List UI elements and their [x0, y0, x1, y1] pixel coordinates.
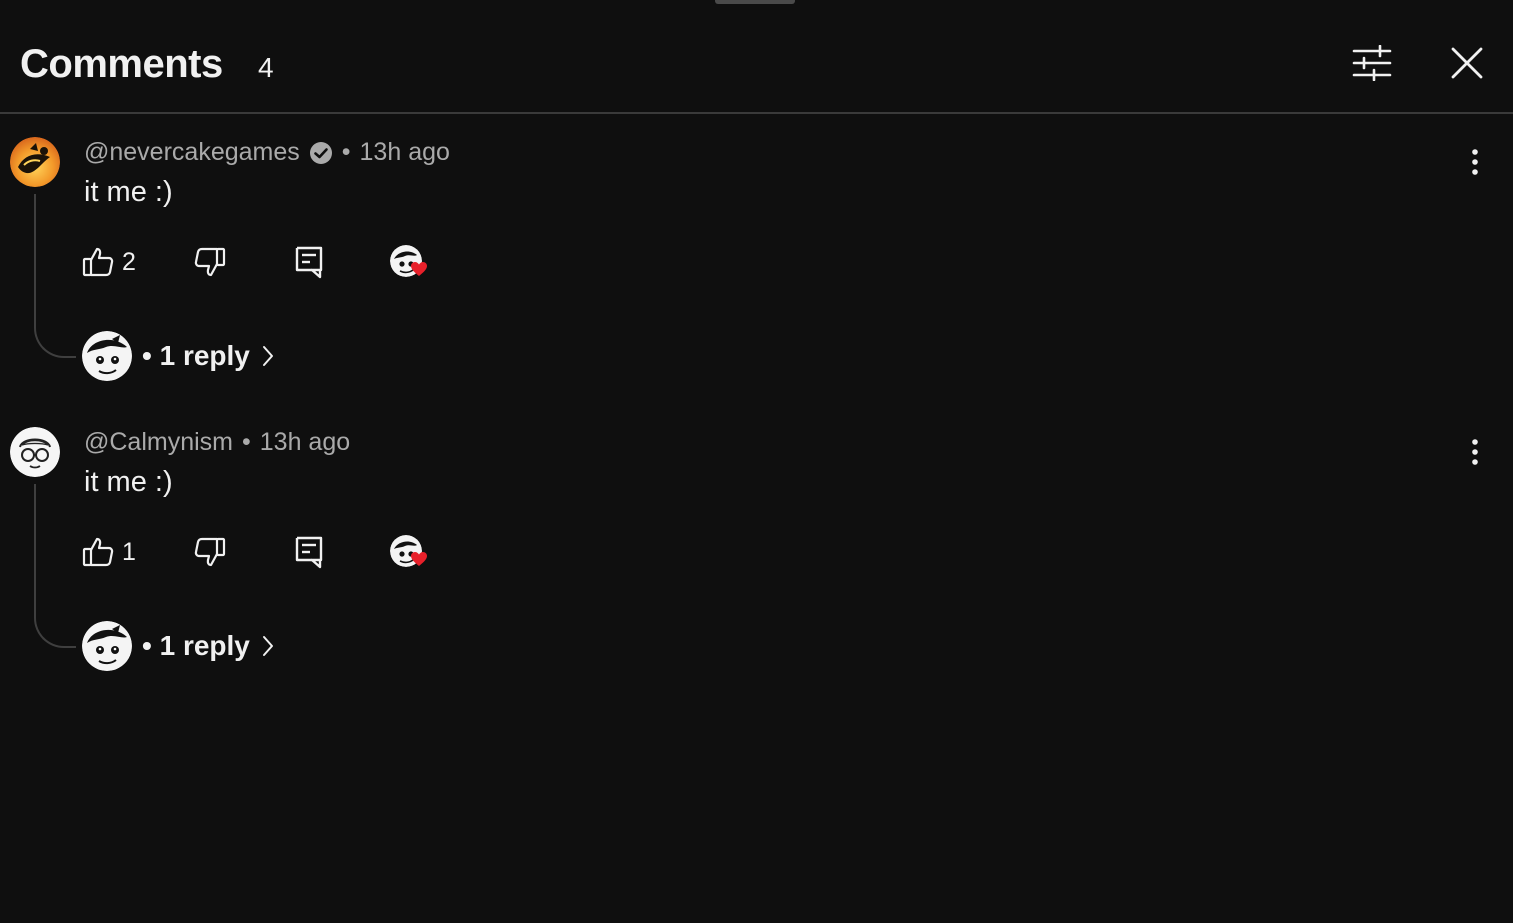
comment-author[interactable]: @Calmynism — [84, 428, 233, 457]
heart-icon — [410, 261, 428, 282]
replies-separator: • — [142, 340, 152, 371]
sliders-icon — [1352, 45, 1392, 81]
creator-heart-badge — [390, 240, 436, 284]
comment-author[interactable]: @nevercakegames — [84, 138, 300, 167]
meta-separator: • — [341, 138, 351, 166]
thumbs-up-icon — [82, 247, 114, 277]
view-replies-button[interactable]: • 1 reply — [82, 621, 274, 671]
comment-thread: @nevercakegames • 13h ago it me :) 2 • 1… — [0, 128, 1513, 418]
reply-comment-icon — [295, 246, 323, 279]
thread-line — [34, 194, 76, 358]
replies-text: 1 reply — [159, 340, 250, 371]
replies-count-label: • 1 reply — [142, 340, 250, 372]
comment-menu-button[interactable] — [1455, 142, 1495, 182]
comment-text: it me :) — [84, 176, 173, 208]
comments-panel: Comments 4 @nevercakegames • 13h ago it … — [0, 0, 1513, 923]
sort-filter-button[interactable] — [1342, 33, 1402, 93]
verified-check-icon — [309, 141, 333, 165]
reply-author-avatar — [82, 331, 132, 381]
reply-author-avatar — [82, 621, 132, 671]
comment-meta: @Calmynism • 13h ago — [84, 428, 350, 457]
comment-actions: 1 — [82, 530, 462, 574]
comments-title: Comments — [20, 42, 223, 86]
dislike-button[interactable] — [194, 240, 226, 284]
comment-meta: @nevercakegames • 13h ago — [84, 138, 450, 167]
like-button[interactable]: 1 — [82, 530, 136, 574]
comment-text: it me :) — [84, 466, 173, 498]
thumbs-down-icon — [194, 247, 226, 277]
creator-heart-badge — [390, 530, 436, 574]
replies-text: 1 reply — [159, 630, 250, 661]
close-icon — [1451, 47, 1483, 79]
like-count: 2 — [122, 247, 136, 276]
avatar[interactable] — [10, 137, 60, 187]
comments-header: Comments 4 — [0, 0, 1513, 114]
more-vert-icon — [1472, 149, 1478, 175]
comment-time[interactable]: 13h ago — [360, 138, 450, 167]
avatar[interactable] — [10, 427, 60, 477]
like-button[interactable]: 2 — [82, 240, 136, 284]
view-replies-button[interactable]: • 1 reply — [82, 331, 274, 381]
more-vert-icon — [1472, 439, 1478, 465]
meta-separator: • — [242, 428, 251, 456]
close-button[interactable] — [1437, 33, 1497, 93]
chevron-right-icon — [262, 635, 274, 657]
reply-button[interactable] — [294, 240, 324, 284]
thread-line — [34, 484, 76, 648]
comments-count: 4 — [258, 52, 274, 83]
dislike-button[interactable] — [194, 530, 226, 574]
thumbs-down-icon — [194, 537, 226, 567]
reply-button[interactable] — [294, 530, 324, 574]
replies-count-label: • 1 reply — [142, 630, 250, 662]
comment-time[interactable]: 13h ago — [260, 428, 350, 457]
heart-icon — [410, 551, 428, 572]
reply-comment-icon — [295, 536, 323, 569]
comment-thread: @Calmynism • 13h ago it me :) 1 • 1 repl… — [0, 418, 1513, 708]
thumbs-up-icon — [82, 537, 114, 567]
replies-separator: • — [142, 630, 152, 661]
chevron-right-icon — [262, 345, 274, 367]
comment-actions: 2 — [82, 240, 462, 284]
comment-menu-button[interactable] — [1455, 432, 1495, 472]
like-count: 1 — [122, 537, 136, 566]
